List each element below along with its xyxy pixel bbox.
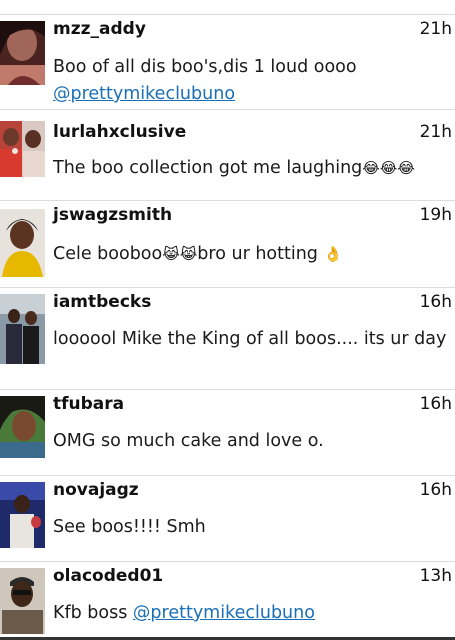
comment-body: loooool Mike the King of all boos.... it… [53,329,447,349]
comment-timestamp: 21h [419,19,452,39]
comment-username[interactable]: lurlahxclusive [53,122,186,142]
comment-body: bro ur hotting [197,244,324,264]
comment-item: tfubara 16h OMG so much cake and love o. [0,390,455,476]
comment-item: lurlahxclusive 21h The boo collection go… [0,110,455,201]
user-mention-link[interactable]: @prettymikeclubuno [133,603,315,623]
avatar[interactable] [0,294,45,364]
comment-username[interactable]: tfubara [53,394,124,414]
comment-username[interactable]: jswagzsmith [53,205,172,225]
avatar[interactable] [0,568,45,634]
comment-username[interactable]: iamtbecks [53,292,151,312]
laughing-emoji-icon: 😂😂😂 [362,159,415,177]
comment-body: Cele booboo [53,244,163,264]
comment-item: novajagz 16h See boos!!!! Smh [0,476,455,562]
comment-item: olacoded01 13h Kfb boss @prettymikeclubu… [0,562,455,637]
comment-username[interactable]: mzz_addy [53,19,146,39]
cat-laughing-emoji-icon: 😹😹 [162,245,198,263]
comment-timestamp: 16h [419,292,452,312]
comment-body: See boos!!!! Smh [53,517,206,537]
comment-timestamp: 13h [419,566,452,586]
user-mention-link[interactable]: @prettymikeclubuno [53,81,451,108]
comment-text: loooool Mike the King of all boos.... it… [53,326,451,353]
comment-item: iamtbecks 16h loooool Mike the King of a… [0,288,455,390]
comment-body: Kfb boss [53,603,133,623]
comment-username[interactable]: olacoded01 [53,566,163,586]
comment-timestamp: 19h [419,205,452,225]
previous-comment-fragment [0,0,455,15]
comment-body: Boo of all dis boo's,dis 1 loud oooo [53,57,357,77]
ok-hand-emoji-icon: 👌 [323,245,343,263]
comment-item: jswagzsmith 19h Cele booboo😹😹bro ur hott… [0,201,455,288]
comment-text: The boo collection got me laughing😂😂😂 [53,155,451,182]
comment-body: OMG so much cake and love o. [53,431,324,451]
comment-timestamp: 16h [419,480,452,500]
comment-text: Boo of all dis boo's,dis 1 loud oooo @pr… [53,54,451,108]
comment-username[interactable]: novajagz [53,480,139,500]
avatar[interactable] [0,396,45,458]
comment-body: The boo collection got me laughing [53,158,363,178]
avatar[interactable] [0,482,45,548]
avatar[interactable] [0,209,45,277]
comment-text: Kfb boss @prettymikeclubuno [53,600,451,627]
comment-timestamp: 21h [419,122,452,142]
avatar[interactable] [0,21,45,85]
comment-timestamp: 16h [419,394,452,414]
comment-text: See boos!!!! Smh [53,514,451,541]
avatar[interactable] [0,121,45,177]
comment-item: mzz_addy 21h Boo of all dis boo's,dis 1 … [0,15,455,110]
comment-text: Cele booboo😹😹bro ur hotting 👌 [53,241,451,268]
comment-text: OMG so much cake and love o. [53,428,451,455]
